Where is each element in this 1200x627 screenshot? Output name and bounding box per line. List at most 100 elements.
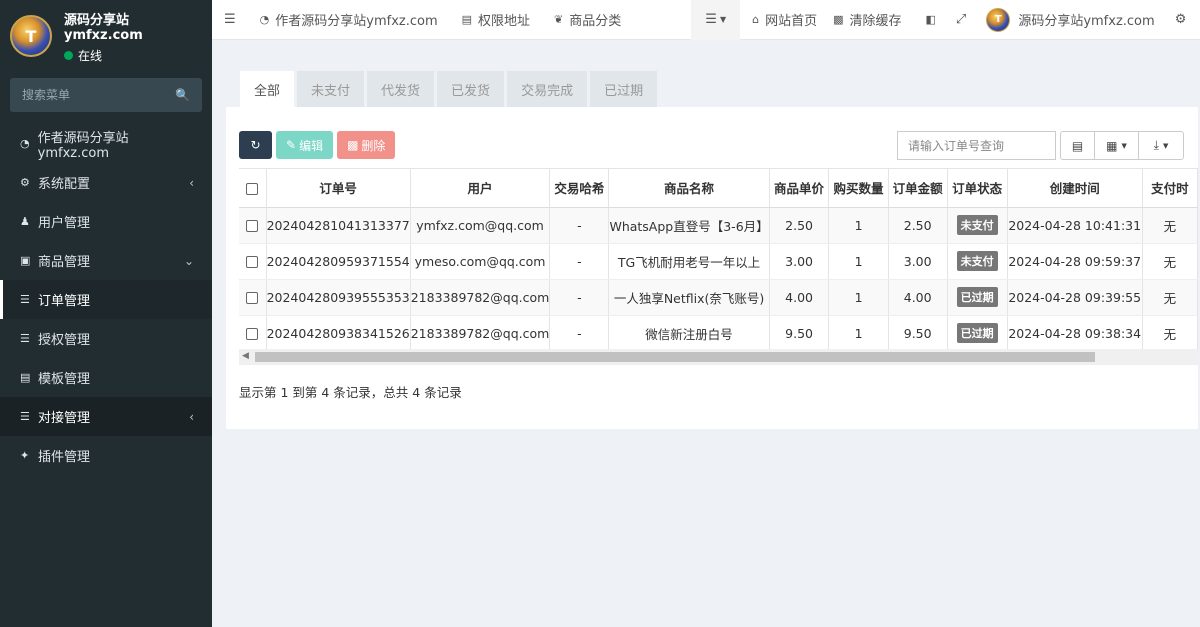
status-badge: 已过期 <box>956 323 998 343</box>
sidebar-item-label: 订单管理 <box>38 294 91 309</box>
gear-icon: ⚙ <box>20 176 30 189</box>
caret-down-icon: ▼ <box>1121 141 1127 150</box>
column-header[interactable]: 商品名称 <box>608 169 770 208</box>
leaf-icon: ❦ <box>554 13 564 26</box>
tab-shipped[interactable]: 已发货 <box>437 71 505 107</box>
orders-panel: 全部 未支付 代发货 已发货 交易完成 已过期 ↻ ✎编辑 ▩删除 ▤ ▦▼ ⤓… <box>226 57 1198 429</box>
column-header[interactable]: 交易哈希 <box>549 169 610 208</box>
avatar: T <box>986 7 1011 32</box>
unit-price-cell: 3.00 <box>769 243 830 280</box>
row-checkbox[interactable] <box>246 220 259 232</box>
columns-dropdown-button[interactable]: ▦ ▼ <box>1095 132 1139 159</box>
topbar-user-name: 源码分享站ymfxz.com <box>1018 14 1155 29</box>
edit-button[interactable]: ✎ 编辑 <box>276 131 334 159</box>
sidebar-item-label: 模板管理 <box>38 372 91 387</box>
sidebar-item-orders[interactable]: ☰ 订单管理 <box>0 280 212 319</box>
tx-hash-cell: - <box>549 315 610 352</box>
row-checkbox[interactable] <box>246 256 259 268</box>
tab-completed[interactable]: 交易完成 <box>507 71 588 107</box>
pagination-summary: 显示第 1 到第 4 条记录，总共 4 条记录 <box>239 385 462 400</box>
search-icon[interactable]: 🔍 <box>175 88 190 102</box>
product-name-cell: WhatsApp直登号【3-6月】 <box>608 207 770 244</box>
status-cell: 已过期 <box>947 279 1008 316</box>
row-checkbox[interactable] <box>246 292 259 304</box>
menu-search-input[interactable] <box>22 88 162 102</box>
table-row[interactable]: 202404280939555353 2183389782@qq.com - 一… <box>239 279 1198 316</box>
order-no-cell: 202404280959371554 <box>266 243 411 280</box>
product-name-cell: 微信新注册白号 <box>608 315 770 352</box>
nav-author-site[interactable]: ◔ 作者源码分享站ymfxz.com <box>248 0 450 40</box>
sidebar-item-users[interactable]: ♟ 用户管理 <box>0 202 212 241</box>
caret-down-icon: ▼ <box>1162 141 1169 150</box>
amount-cell: 3.00 <box>888 243 948 280</box>
sidebar-item-integration[interactable]: ☰ 对接管理 ‹ <box>0 397 212 436</box>
settings-button[interactable]: ⚙ <box>1167 0 1195 40</box>
menu-search[interactable]: 🔍 <box>10 78 202 112</box>
status-badge: 未支付 <box>956 215 998 235</box>
table-row[interactable]: 202404280938341526 2183389782@qq.com - 微… <box>239 315 1198 352</box>
column-header[interactable]: 商品单价 <box>769 169 830 208</box>
nav-dropdown-button[interactable]: ☰ ▼ <box>691 0 741 40</box>
column-header[interactable]: 订单状态 <box>947 169 1008 208</box>
paid-time-cell: 无 <box>1142 243 1198 280</box>
column-header[interactable]: 订单号 <box>266 169 411 208</box>
select-all-checkbox[interactable] <box>246 182 259 195</box>
nav-permission-url[interactable]: ▤ 权限地址 <box>450 0 542 40</box>
row-select-cell <box>239 279 267 316</box>
online-status: 在线 <box>64 47 202 64</box>
horizontal-scrollbar[interactable]: ◀ <box>239 349 1198 365</box>
sidebar-item-label: 插件管理 <box>38 450 91 465</box>
sidebar-toggle-button[interactable]: ☰ <box>212 0 248 40</box>
user-icon: ♟ <box>20 215 30 228</box>
user-menu[interactable]: T 源码分享站ymfxz.com <box>974 0 1166 40</box>
row-checkbox[interactable] <box>246 328 259 340</box>
tx-hash-cell: - <box>549 207 610 244</box>
table-row[interactable]: 202404280959371554 ymeso.com@qq.com - TG… <box>239 243 1198 280</box>
refresh-button[interactable]: ↻ <box>239 131 272 159</box>
sidebar-item-system-config[interactable]: ⚙ 系统配置 ‹ <box>0 163 212 202</box>
sidebar-item-products[interactable]: ▣ 商品管理 ⌄ <box>0 241 212 280</box>
fullscreen-button[interactable]: ⤢ <box>948 0 974 40</box>
delete-button[interactable]: ▩ 删除 <box>337 131 396 159</box>
order-search-input[interactable] <box>897 131 1056 160</box>
paid-time-cell: 无 <box>1142 279 1198 316</box>
website-home-link[interactable]: ⌂ 网站首页 <box>740 0 829 40</box>
created-time-cell: 2024-04-28 09:38:34 <box>1007 315 1143 352</box>
scrollbar-thumb[interactable] <box>255 352 1095 362</box>
table-row[interactable]: 202404281041313377 ymfxz.com@qq.com - Wh… <box>239 207 1198 244</box>
sidebar-item-templates[interactable]: ▤ 模板管理 <box>0 358 212 397</box>
column-header[interactable]: 购买数量 <box>828 169 889 208</box>
sidebar-item-plugins[interactable]: ✦ 插件管理 <box>0 436 212 475</box>
column-header[interactable]: 支付时 <box>1142 169 1198 208</box>
tab-expired[interactable]: 已过期 <box>590 71 658 107</box>
order-no-cell: 202404280939555353 <box>266 279 411 316</box>
export-dropdown-button[interactable]: ⤓ ▼ <box>1139 132 1183 159</box>
column-header[interactable]: 创建时间 <box>1007 169 1143 208</box>
chevron-down-icon: ⌄ <box>183 253 194 268</box>
tab-unpaid[interactable]: 未支付 <box>297 71 365 107</box>
user-cell: 2183389782@qq.com <box>410 279 551 316</box>
scroll-left-arrow-icon[interactable]: ◀ <box>242 351 249 361</box>
nav-product-category[interactable]: ❦ 商品分类 <box>542 0 633 40</box>
top-navbar: ☰ ◔ 作者源码分享站ymfxz.com ▤ 权限地址 ❦ 商品分类 ☰ ▼ ⌂ 网站首页… <box>212 0 1200 40</box>
list-view-icon: ▤ <box>1071 138 1084 153</box>
paid-time-cell: 无 <box>1142 315 1198 352</box>
column-header[interactable]: 订单金额 <box>888 169 948 208</box>
toggle-view-button[interactable]: ▤ <box>1061 132 1095 159</box>
sidebar-item-label: 商品管理 <box>38 255 91 270</box>
unit-price-cell: 4.00 <box>769 279 830 316</box>
clear-cache-button[interactable]: ▩ 清除缓存 <box>829 0 913 40</box>
sidebar-item-home[interactable]: ◔ 作者源码分享站ymfxz.com <box>0 124 212 163</box>
amount-cell: 4.00 <box>888 279 948 316</box>
row-select-cell <box>239 243 267 280</box>
created-time-cell: 2024-04-28 09:59:37 <box>1007 243 1143 280</box>
grid-icon: ▦ <box>1106 138 1118 153</box>
quantity-cell: 1 <box>828 243 889 280</box>
sidebar-item-licenses[interactable]: ☰ 授权管理 <box>0 319 212 358</box>
column-header[interactable]: 用户 <box>410 169 551 208</box>
tab-all[interactable]: 全部 <box>240 71 295 107</box>
pencil-icon: ✎ <box>286 138 297 152</box>
tab-pending-shipment[interactable]: 代发货 <box>367 71 435 107</box>
language-button[interactable]: ◧ <box>914 0 948 40</box>
order-no-cell: 202404281041313377 <box>266 207 411 244</box>
